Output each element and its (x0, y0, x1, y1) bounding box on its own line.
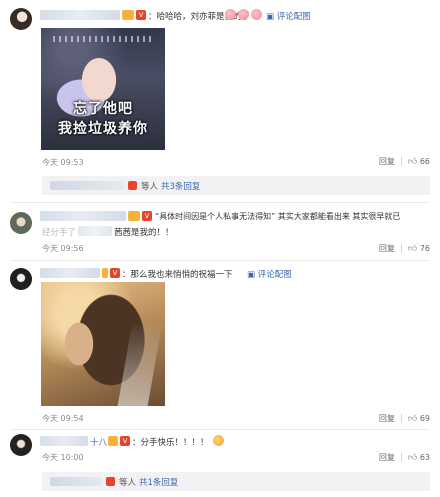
comment-text-line2-prefix: 经分手了 (42, 228, 77, 238)
username-blurred[interactable] (40, 436, 88, 446)
view-image-link[interactable]: ▣ 评论配图 (247, 268, 292, 280)
reply-button[interactable]: 回复 (379, 243, 395, 254)
comment-4: 十八 V ：分手快乐！！！！ 今天 10:00 回复 👍︎ 63 等人 共1条回… (0, 432, 440, 497)
comment-2: V “具体时间因是个人私事无法得知” 其实大家都能看出来 其实很早就已 经分手了… (0, 206, 440, 261)
vip-badge-icon: V (120, 436, 130, 446)
level-badge-icon (128, 211, 140, 221)
comment-actions: 回复 👍︎ 76 (379, 243, 430, 254)
vip-badge-icon (128, 181, 137, 190)
username-blurred[interactable] (40, 10, 120, 20)
avatar[interactable] (10, 8, 32, 30)
vip-badge-icon: V (110, 268, 120, 278)
vip-badge-icon: V (142, 211, 152, 221)
level-badge-icon (102, 268, 108, 278)
comment-time: 今天 09:53 (42, 158, 84, 167)
pig-emoji-icon (251, 9, 262, 20)
pig-emoji-icon (238, 9, 249, 20)
avatar[interactable] (10, 212, 32, 234)
comment-image[interactable] (41, 282, 165, 406)
comment-time: 今天 09:56 (42, 244, 84, 253)
like-count: 66 (419, 156, 430, 166)
divider (10, 202, 430, 203)
view-replies-link[interactable]: 共3条回复 (161, 180, 200, 192)
comment-text: ：分手快乐！！！！ (132, 438, 209, 448)
like-count: 63 (419, 452, 430, 462)
comment-text: ：那么我也来悄悄的祝福一下 (122, 270, 233, 280)
comment-actions: 回复 👍︎ 63 (379, 452, 430, 463)
divider (10, 429, 430, 430)
comment-text-line1: “具体时间因是个人私事无法得知” 其实大家都能看出来 其实很早就已 (155, 212, 401, 221)
like-button[interactable]: 👍︎ 69 (408, 414, 430, 424)
divider (400, 414, 402, 423)
smile-emoji-icon (213, 435, 224, 446)
comment-time: 今天 10:00 (42, 453, 84, 462)
reply-summary[interactable]: 等人 共1条回复 (42, 472, 430, 491)
image-caption-line2: 我捡垃圾养你 (58, 121, 148, 137)
view-replies-link[interactable]: 共1条回复 (139, 476, 178, 488)
username-partial[interactable]: 十八 (90, 436, 107, 448)
like-button[interactable]: 👍︎ 76 (408, 244, 430, 254)
thumbs-up-icon: 👍︎ (407, 413, 418, 424)
divider (400, 453, 402, 462)
avatar[interactable] (10, 268, 32, 290)
divider (400, 244, 402, 253)
username-blurred[interactable] (40, 268, 100, 278)
like-count: 69 (419, 413, 430, 423)
thumbs-up-icon: 👍︎ (407, 452, 418, 463)
comment-3: V ：那么我也来悄悄的祝福一下 ▣ 评论配图 今天 09:54 回复 👍︎ 69 (0, 262, 440, 430)
reply-button[interactable]: 回复 (379, 156, 395, 167)
image-caption-line1: 忘了他吧 (73, 101, 133, 117)
comment-image[interactable]: 忘了他吧 我捡垃圾养你 (41, 28, 165, 150)
level-badge-icon (108, 436, 118, 446)
like-count: 76 (419, 243, 430, 253)
like-button[interactable]: 👍︎ 63 (408, 453, 430, 463)
divider (10, 260, 430, 261)
comment-time: 今天 09:54 (42, 414, 84, 423)
comment-actions: 回复 👍︎ 66 (379, 156, 430, 167)
reply-button[interactable]: 回复 (379, 452, 395, 463)
comment-text-line2: 茜茜是我的！！ (114, 228, 174, 238)
picture-icon: ▣ (247, 270, 256, 280)
level-badge-icon (122, 10, 134, 20)
reply-summary[interactable]: 等人 共3条回复 (42, 176, 430, 195)
thumbs-up-icon: 👍︎ (407, 156, 418, 167)
avatar[interactable] (10, 434, 32, 456)
vip-badge-icon: V (136, 10, 146, 20)
reply-username-blurred (50, 181, 124, 190)
comment-1: V ：哈哈哈，刘亦菲是我的了 ▣ 评论配图 忘了他吧 我捡垃圾养你 今天 09:… (0, 0, 440, 203)
thumbs-up-icon: 👍︎ (407, 243, 418, 254)
reply-username-blurred (50, 477, 102, 486)
username-blurred[interactable] (40, 211, 126, 221)
blurred-text (78, 226, 112, 236)
view-image-link[interactable]: ▣ 评论配图 (266, 10, 311, 22)
picture-icon: ▣ (266, 12, 275, 22)
reply-button[interactable]: 回复 (379, 413, 395, 424)
like-button[interactable]: 👍︎ 66 (408, 157, 430, 167)
pig-emoji-icon (225, 9, 236, 20)
comment-actions: 回复 👍︎ 69 (379, 413, 430, 424)
divider (400, 157, 402, 166)
vip-badge-icon (106, 477, 115, 486)
